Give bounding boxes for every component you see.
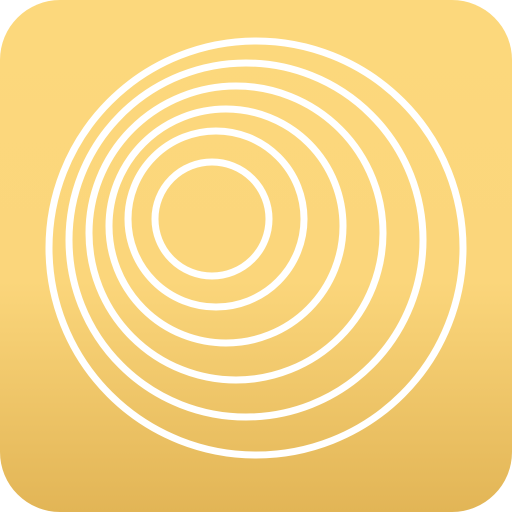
app-icon-stage (0, 0, 512, 512)
concentric-rings-icon[interactable] (0, 0, 512, 512)
